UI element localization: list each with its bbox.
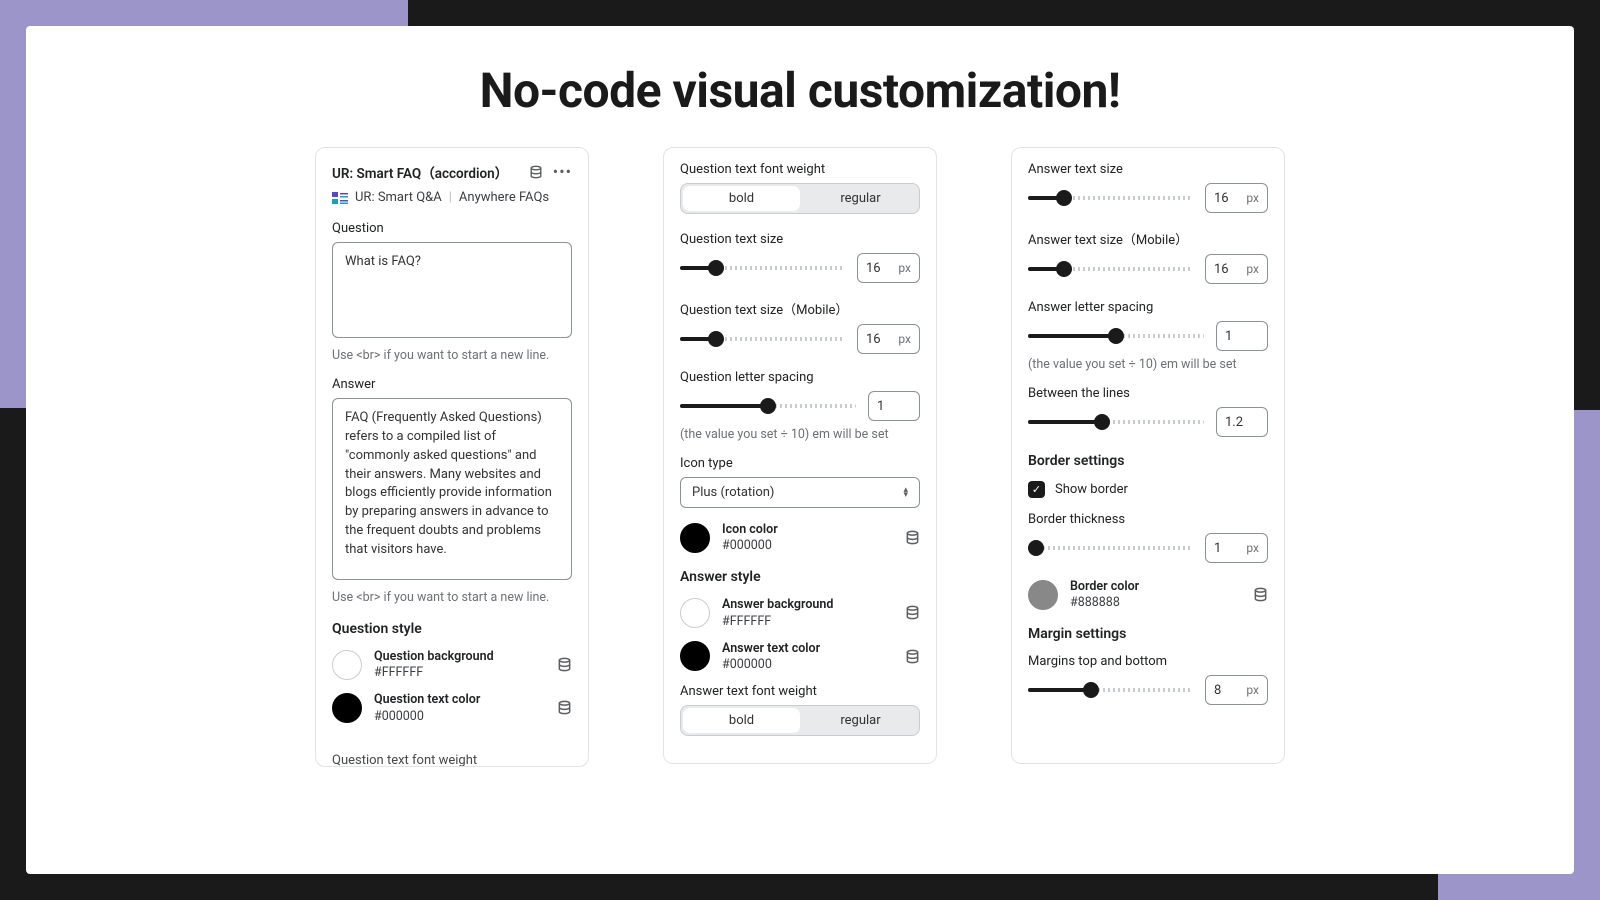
ans-bg-label: Answer background (722, 597, 893, 613)
q-size-m-label: Question text size（Mobile） (680, 299, 920, 318)
database-icon[interactable] (1253, 587, 1268, 602)
border-settings-heading: Border settings (1028, 453, 1268, 469)
q-fw-toggle[interactable]: bold regular (680, 183, 920, 214)
question-label: Question (332, 221, 572, 236)
question-color-hex: #000000 (374, 709, 545, 724)
ans-size-input[interactable]: 16px (1205, 183, 1268, 213)
q-fw-regular[interactable]: regular (802, 184, 919, 213)
block-title: UR: Smart FAQ（accordion） (332, 162, 508, 182)
ans-size-m-label: Answer text size（Mobile） (1028, 229, 1268, 248)
icon-type-select[interactable]: Plus (rotation) ▴▾ (680, 477, 920, 508)
settings-panel-1: UR: Smart FAQ（accordion） ••• UR: Smart Q… (315, 147, 589, 767)
question-input[interactable] (332, 242, 572, 338)
margin-tb-input[interactable]: 8px (1205, 675, 1268, 705)
question-color-label: Question text color (374, 692, 545, 708)
ans-color-label: Answer text color (722, 641, 893, 657)
q-ls-slider[interactable] (680, 404, 856, 408)
margin-tb-label: Margins top and bottom (1028, 654, 1268, 669)
question-color-swatch[interactable] (332, 693, 362, 723)
answer-help: Use <br> if you want to start a new line… (332, 590, 572, 605)
q-fw-label: Question text font weight (680, 162, 920, 177)
lines-input[interactable]: 1.2 (1216, 407, 1268, 437)
settings-panel-3: Answer text size 16px Answer text size（M… (1011, 147, 1285, 764)
ans-size-label: Answer text size (1028, 162, 1268, 177)
icon-color-hex: #000000 (722, 538, 893, 553)
q-size-slider[interactable] (680, 266, 845, 270)
border-color-hex: #888888 (1070, 595, 1241, 610)
breadcrumb-app[interactable]: UR: Smart Q&A (355, 190, 442, 205)
border-thick-slider[interactable] (1028, 546, 1193, 550)
border-color-label: Border color (1070, 579, 1241, 595)
breadcrumb: UR: Smart Q&A | Anywhere FAQs (332, 190, 572, 205)
q-fw-bold[interactable]: bold (683, 186, 800, 211)
ans-bg-swatch[interactable] (680, 598, 710, 628)
breadcrumb-sep: | (449, 190, 452, 205)
ans-size-m-input[interactable]: 16px (1205, 254, 1268, 284)
q-ls-input[interactable]: 1 (868, 391, 920, 421)
ans-ls-label: Answer letter spacing (1028, 300, 1268, 315)
database-icon[interactable] (557, 657, 572, 672)
ans-color-swatch[interactable] (680, 641, 710, 671)
q-size-label: Question text size (680, 232, 920, 247)
answer-input[interactable] (332, 398, 572, 580)
settings-panel-2: Question text font weight bold regular Q… (663, 147, 937, 764)
question-bg-hex: #FFFFFF (374, 665, 545, 680)
q-ls-help: (the value you set ÷ 10) em will be set (680, 427, 920, 442)
ans-bg-hex: #FFFFFF (722, 614, 893, 629)
database-icon[interactable] (529, 165, 543, 179)
ans-size-m-slider[interactable] (1028, 267, 1193, 271)
q-size-m-slider[interactable] (680, 337, 845, 341)
q-size-input[interactable]: 16px (857, 253, 920, 283)
database-icon[interactable] (905, 530, 920, 545)
border-thick-label: Border thickness (1028, 512, 1268, 527)
icon-type-label: Icon type (680, 456, 920, 471)
lines-label: Between the lines (1028, 386, 1268, 401)
database-icon[interactable] (905, 649, 920, 664)
question-help: Use <br> if you want to start a new line… (332, 348, 572, 363)
q-size-m-input[interactable]: 16px (857, 324, 920, 354)
margin-settings-heading: Margin settings (1028, 626, 1268, 642)
ans-fw-toggle[interactable]: bold regular (680, 705, 920, 736)
ans-ls-slider[interactable] (1028, 334, 1204, 338)
answer-style-heading: Answer style (680, 569, 920, 585)
ans-ls-help: (the value you set ÷ 10) em will be set (1028, 357, 1268, 372)
ans-color-hex: #000000 (722, 657, 893, 672)
question-bg-swatch[interactable] (332, 650, 362, 680)
question-style-heading: Question style (332, 621, 572, 637)
answer-label: Answer (332, 377, 572, 392)
icon-color-label: Icon color (722, 522, 893, 538)
database-icon[interactable] (557, 700, 572, 715)
database-icon[interactable] (905, 605, 920, 620)
page-heading: No-code visual customization! (66, 62, 1534, 119)
border-color-swatch[interactable] (1028, 580, 1058, 610)
ans-fw-label: Answer text font weight (680, 684, 920, 699)
question-bg-label: Question background (374, 649, 545, 665)
ans-fw-bold[interactable]: bold (683, 708, 800, 733)
ans-fw-regular[interactable]: regular (802, 706, 919, 735)
app-icon (332, 192, 348, 204)
breadcrumb-page[interactable]: Anywhere FAQs (459, 190, 549, 205)
show-border-checkbox[interactable]: ✓ (1028, 481, 1045, 498)
show-border-label: Show border (1055, 482, 1128, 497)
chevrons-icon: ▴▾ (903, 488, 908, 497)
more-icon[interactable]: ••• (553, 164, 572, 180)
icon-color-swatch[interactable] (680, 523, 710, 553)
border-thick-input[interactable]: 1px (1205, 533, 1268, 563)
ans-size-slider[interactable] (1028, 196, 1193, 200)
q-ls-label: Question letter spacing (680, 370, 920, 385)
margin-tb-slider[interactable] (1028, 688, 1193, 692)
lines-slider[interactable] (1028, 420, 1204, 424)
cutoff-label: Question text font weight (332, 753, 477, 767)
ans-ls-input[interactable]: 1 (1216, 321, 1268, 351)
